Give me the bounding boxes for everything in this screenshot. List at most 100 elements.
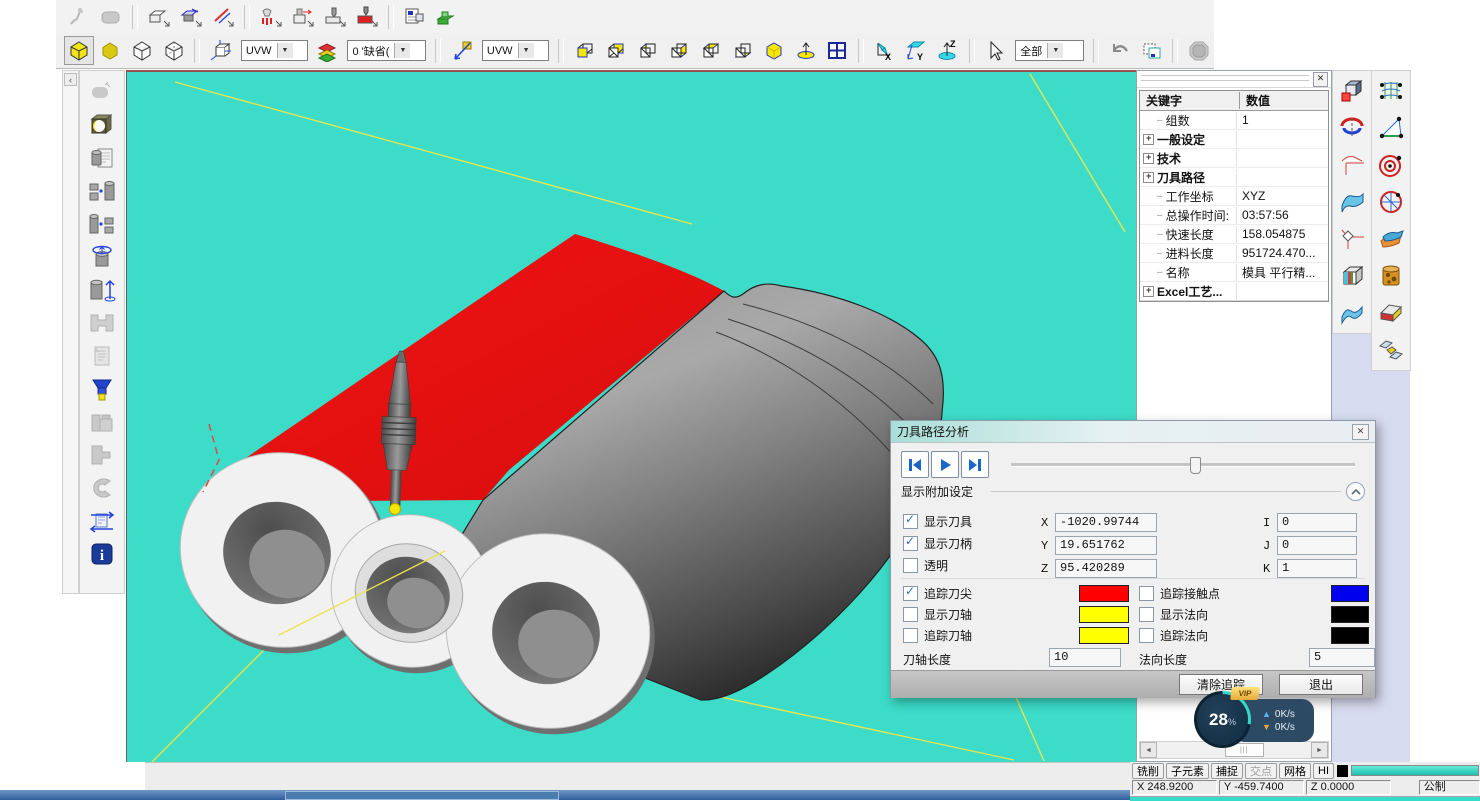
sidebar-clamp-button[interactable] (84, 439, 120, 470)
display-axis-color[interactable] (1079, 606, 1129, 623)
view-plan-button[interactable] (791, 36, 821, 65)
copy-button[interactable] (1137, 36, 1167, 65)
z-value-field[interactable]: 95.420289 (1055, 559, 1157, 578)
concentric-circles-button[interactable] (1375, 149, 1407, 181)
expand-icon[interactable]: + (1143, 286, 1154, 297)
pocket-mill-button[interactable] (176, 2, 206, 31)
dialog-titlebar[interactable]: 刀具路径分析 ✕ (891, 421, 1375, 443)
mode-intersection-button[interactable]: 交点 (1245, 763, 1277, 779)
ucs-select[interactable]: UVW ▼ (241, 40, 308, 61)
view-back-button[interactable] (601, 36, 631, 65)
expand-icon[interactable]: + (1143, 172, 1154, 183)
table-row[interactable]: +技术 (1140, 149, 1328, 168)
sidebar-cclamp-button[interactable] (84, 472, 120, 503)
sidebar-lift-stock-button[interactable] (84, 274, 120, 305)
face-mill-button[interactable] (144, 2, 174, 31)
view-isometric-button[interactable] (759, 36, 789, 65)
solid-view-button[interactable] (96, 36, 126, 65)
tool-trace-button[interactable] (256, 2, 286, 31)
orient-arrow-button[interactable] (447, 36, 477, 65)
trace-normal-option[interactable]: 追踪法向 (1139, 628, 1208, 643)
wireframe-view-button[interactable] (127, 36, 157, 65)
trace-axis-color[interactable] (1079, 627, 1129, 644)
view-bottom-button[interactable] (728, 36, 758, 65)
checkbox[interactable] (903, 514, 918, 529)
layer-select[interactable]: 0 '缺省( ▼ (347, 40, 426, 61)
box-corner-button[interactable] (1336, 75, 1368, 107)
table-row[interactable]: +–组数 1 (1140, 111, 1328, 130)
sidebar-rotate-stock-button[interactable] (84, 241, 120, 272)
display-normal-option[interactable]: 显示法向 (1139, 607, 1208, 622)
k-value-field[interactable]: 1 (1277, 559, 1357, 578)
i-value-field[interactable]: 0 (1277, 513, 1357, 532)
dialog-close-button[interactable]: ✕ (1352, 424, 1369, 440)
chevron-down-icon[interactable]: ▼ (277, 43, 293, 58)
view-top-button[interactable] (696, 36, 726, 65)
skip-end-button[interactable] (961, 451, 989, 478)
progress-slider[interactable] (1011, 463, 1355, 467)
triangle-mesh-button[interactable] (1375, 112, 1407, 144)
robot-arm-button[interactable] (64, 2, 94, 31)
checkbox[interactable] (1139, 586, 1154, 601)
sidebar-split-stock-button[interactable] (84, 175, 120, 206)
sidebar-merge-stock-button[interactable] (84, 208, 120, 239)
view-ucs-select[interactable]: UVW ▼ (482, 40, 549, 61)
network-speed-pill[interactable]: ▲0K/s ▼0K/s (1240, 699, 1314, 742)
mode-milling-button[interactable]: 铣削 (1132, 763, 1164, 779)
chevron-down-icon[interactable]: ▼ (1047, 43, 1063, 58)
splitter-groove[interactable] (1141, 80, 1309, 84)
corner-fillet-button[interactable] (1336, 149, 1368, 181)
checkbox[interactable] (903, 558, 918, 573)
trace-tip-color[interactable] (1079, 585, 1129, 602)
view-right-button[interactable] (665, 36, 695, 65)
surface-patch-button[interactable] (1336, 186, 1368, 218)
layers-button[interactable] (313, 36, 343, 65)
table-row[interactable]: +一般设定 (1140, 130, 1328, 149)
trace-tip-option[interactable]: 追踪刀尖 (903, 586, 972, 601)
corner-diamond-button[interactable] (1336, 223, 1368, 255)
undo-button[interactable] (1105, 36, 1135, 65)
checkbox[interactable] (1139, 607, 1154, 622)
process-doc-button[interactable] (400, 2, 430, 31)
stock-pad-button[interactable] (96, 2, 126, 31)
splitter-groove[interactable] (1141, 75, 1309, 79)
x-value-field[interactable]: -1020.99744 (1055, 513, 1157, 532)
table-row[interactable]: +–总操作时间: 03:57:56 (1140, 206, 1328, 225)
display-tool-option[interactable]: 显示刀具 (903, 514, 972, 529)
display-holder-option[interactable]: 显示刀柄 (903, 536, 972, 551)
checkbox[interactable] (903, 536, 918, 551)
table-row[interactable]: +刀具路径 (1140, 168, 1328, 187)
collapse-left-button[interactable]: ‹ (64, 73, 77, 86)
table-row[interactable]: +–工作坐标 XYZ (1140, 187, 1328, 206)
axis-y-button[interactable]: Y (902, 36, 932, 65)
trace-contact-color[interactable] (1331, 585, 1369, 602)
table-row[interactable]: +–名称 模具 平行精... (1140, 263, 1328, 282)
sidebar-machine-button[interactable] (84, 406, 120, 437)
green-part-button[interactable] (432, 2, 462, 31)
display-axis-option[interactable]: 显示刀轴 (903, 607, 972, 622)
exit-button[interactable]: 退出 (1279, 674, 1363, 695)
wave-surface-button[interactable] (1336, 297, 1368, 329)
view-left-button[interactable] (633, 36, 663, 65)
folded-surface-button[interactable] (1375, 297, 1407, 329)
view-four-pane-button[interactable] (823, 36, 853, 65)
vip-badge[interactable]: VIP (1230, 687, 1260, 700)
display-normal-color[interactable] (1331, 606, 1369, 623)
chevron-down-icon[interactable]: ▼ (518, 43, 534, 58)
checkbox[interactable] (903, 628, 918, 643)
expand-icon[interactable]: + (1143, 153, 1154, 164)
ucs-cube-button[interactable] (206, 36, 236, 65)
sidebar-part-doc-button[interactable] (84, 142, 120, 173)
hidden-line-view-button[interactable] (159, 36, 189, 65)
stop-button[interactable] (1184, 36, 1214, 65)
axis-x-button[interactable]: X (870, 36, 900, 65)
multiface-box-button[interactable] (1336, 260, 1368, 292)
torus-trim-button[interactable] (1336, 112, 1368, 144)
slider-thumb[interactable] (1190, 457, 1201, 474)
expand-icon[interactable]: + (1143, 134, 1154, 145)
mode-subelement-button[interactable]: 子元素 (1166, 763, 1209, 779)
checkbox[interactable] (903, 586, 918, 601)
circle-cross-button[interactable] (1375, 186, 1407, 218)
drill-finish-button[interactable] (352, 2, 382, 31)
table-row[interactable]: +Excel工艺... (1140, 282, 1328, 301)
